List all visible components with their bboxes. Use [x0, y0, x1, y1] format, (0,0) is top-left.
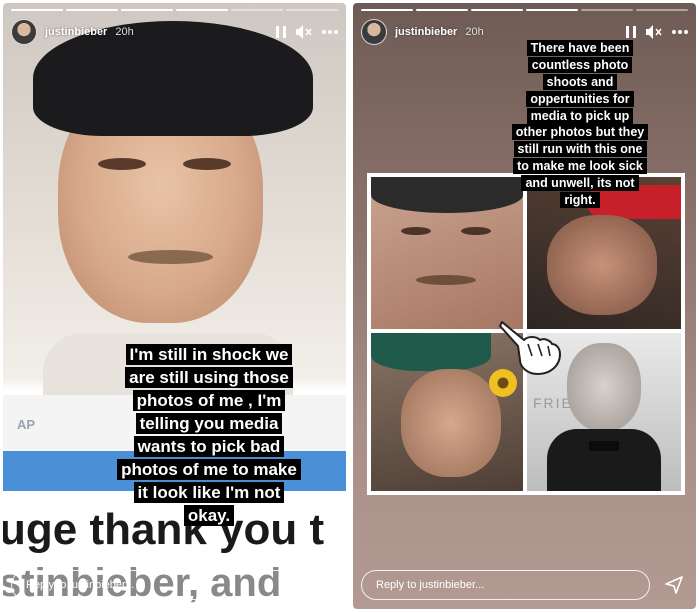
send-icon[interactable]: [310, 571, 338, 599]
story-progress: [361, 9, 688, 11]
source-label: AP: [17, 417, 36, 432]
story-caption: There have been countless photo shoots a…: [487, 40, 673, 209]
progress-segment: [526, 9, 578, 11]
timestamp: 20h: [115, 26, 134, 38]
pause-icon[interactable]: [276, 26, 286, 38]
progress-segment: [121, 9, 173, 11]
caption-line: right.: [560, 191, 600, 208]
caption-line: There have been: [526, 40, 634, 56]
caption-line: telling you media: [135, 412, 283, 434]
username[interactable]: justinbieber: [45, 26, 107, 38]
progress-segment: [66, 9, 118, 11]
pointing-hand-icon: [498, 316, 564, 383]
story-caption: I'm still in shock we are still using th…: [91, 344, 327, 528]
story-panel-left[interactable]: AP uge thank you t stinbieber, and justi…: [3, 3, 346, 609]
progress-segment: [416, 9, 468, 11]
caption-line: it look like I'm not: [133, 481, 285, 503]
caption-line: countless photo: [527, 56, 633, 73]
timestamp: 20h: [465, 26, 484, 38]
story-progress: [11, 9, 338, 11]
caption-line: and unwell, its not: [521, 175, 639, 191]
reply-input[interactable]: Reply to justinbieber...: [361, 570, 650, 600]
caption-line: to make me look sick: [513, 158, 647, 175]
story-footer: Reply to justinbieber...: [361, 569, 688, 601]
send-icon[interactable]: [660, 571, 688, 599]
story-panel-right[interactable]: justinbieber 20h FRIEN There have been c…: [353, 3, 696, 609]
caption-line: shoots and: [542, 73, 618, 90]
speaker-muted-icon[interactable]: [646, 25, 662, 39]
more-horizontal-icon[interactable]: [322, 30, 338, 34]
username[interactable]: justinbieber: [395, 26, 457, 38]
avatar[interactable]: [361, 19, 387, 45]
caption-line: photos of me , I'm: [132, 389, 286, 411]
progress-segment: [231, 9, 283, 11]
avatar[interactable]: [11, 19, 37, 45]
caption-line: photos of me to make: [117, 458, 301, 480]
progress-segment: [636, 9, 688, 11]
progress-segment: [581, 9, 633, 11]
progress-segment: [11, 9, 63, 11]
caption-line: are still using those: [125, 366, 293, 388]
caption-line: still run with this one: [513, 141, 647, 158]
caption-line: oppertunities for: [526, 90, 634, 107]
caption-line: media to pick up: [526, 107, 634, 124]
story-header: justinbieber 20h: [11, 17, 338, 47]
reply-input[interactable]: Reply to justinbieber...: [11, 570, 300, 600]
caption-line: okay.: [183, 504, 235, 526]
progress-segment: [176, 9, 228, 11]
progress-segment: [361, 9, 413, 11]
caption-line: other photos but they: [511, 124, 649, 141]
progress-segment: [286, 9, 338, 11]
more-horizontal-icon[interactable]: [672, 30, 688, 34]
caption-line: I'm still in shock we: [125, 344, 293, 365]
progress-segment: [471, 9, 523, 11]
speaker-muted-icon[interactable]: [296, 25, 312, 39]
story-footer: Reply to justinbieber...: [11, 569, 338, 601]
pause-icon[interactable]: [626, 26, 636, 38]
caption-line: wants to pick bad: [133, 435, 285, 457]
